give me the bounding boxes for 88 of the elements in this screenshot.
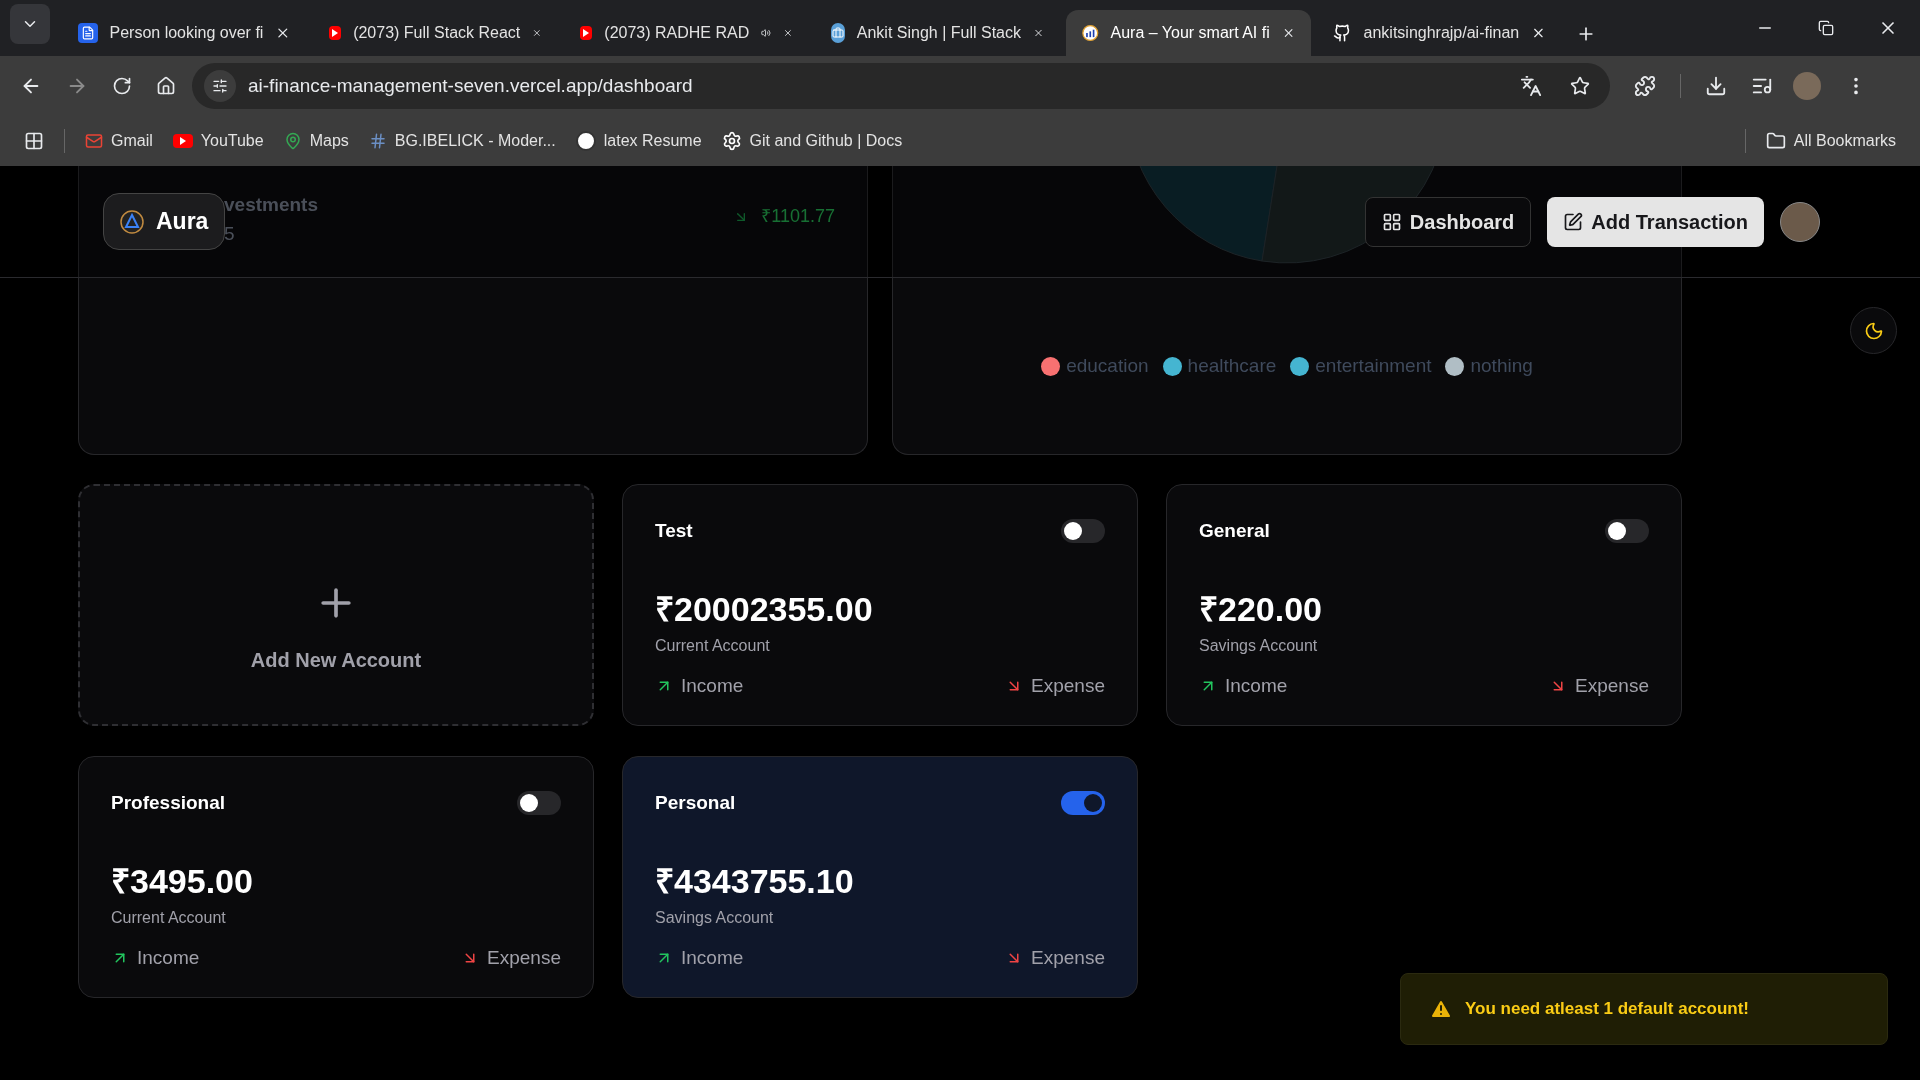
- account-type: Current Account: [111, 907, 227, 928]
- account-name: General: [1199, 519, 1270, 543]
- browser-tab[interactable]: (2073) RADHE RAD: [564, 10, 809, 56]
- theme-toggle-button[interactable]: [1850, 307, 1897, 354]
- legend-label: healthcare: [1187, 354, 1277, 378]
- income-label: Income: [1225, 673, 1288, 698]
- account-name: Professional: [111, 791, 226, 815]
- tab-title: (2073) RADHE RAD: [604, 23, 750, 43]
- bookmark-link[interactable]: latex Resume: [603, 129, 702, 153]
- site-settings-icon[interactable]: [212, 78, 228, 94]
- translate-icon[interactable]: [1520, 75, 1542, 97]
- transaction-date: 5: [224, 221, 236, 246]
- bookmark-link[interactable]: Maps: [309, 129, 349, 153]
- triangle-logo-icon: [120, 209, 144, 234]
- account-type: Savings Account: [655, 907, 775, 928]
- browser-tab[interactable]: Aura – Your smart AI fi: [1066, 10, 1311, 56]
- user-avatar[interactable]: [1780, 201, 1820, 242]
- toggle-switch[interactable]: [1061, 519, 1105, 544]
- play-icon: [172, 134, 193, 148]
- extensions-icon[interactable]: [1634, 75, 1656, 97]
- toggle-switch[interactable]: [1605, 519, 1649, 544]
- briefcase-icon: [831, 23, 845, 43]
- account-balance: ₹4343755.10: [655, 863, 855, 898]
- transaction-amount: ₹1101.77: [761, 205, 835, 228]
- cat-icon: [1333, 23, 1352, 43]
- grid-icon: [1381, 211, 1402, 232]
- bookmark-link[interactable]: Gmail: [111, 129, 153, 153]
- gear-icon: [721, 131, 742, 151]
- transaction-title: vestments: [224, 193, 318, 217]
- account-balance: ₹220.00: [1199, 591, 1323, 626]
- logo-text: Aura: [156, 207, 209, 237]
- legend-label: nothing: [1470, 354, 1533, 378]
- url-text: ai-finance-management-seven.vercel.app/dashboard: [248, 73, 694, 98]
- toggle-switch[interactable]: [517, 791, 561, 816]
- tab-title: Person looking over fi: [109, 23, 264, 43]
- toggle-switch[interactable]: [1061, 791, 1105, 816]
- folder-icon[interactable]: [1765, 131, 1786, 151]
- tab-title: ankitsinghrajp/ai-finan: [1363, 23, 1520, 43]
- legend-label: education: [1066, 354, 1149, 378]
- account-balance: ₹3495.00: [111, 863, 254, 898]
- expense-label: Expense: [487, 945, 561, 970]
- browser-tab[interactable]: Ankit Singh | Full Stack: [815, 10, 1060, 56]
- edit-icon: [1563, 211, 1584, 232]
- address-field[interactable]: ai-finance-management-seven.vercel.app/dashboard: [192, 63, 1610, 109]
- document-icon: [78, 23, 98, 43]
- star-icon[interactable]: [1570, 76, 1590, 96]
- chart-icon: [1082, 23, 1099, 43]
- reload-icon[interactable]: [112, 76, 132, 96]
- browser-tab[interactable]: ankitsinghrajp/ai-finan: [1317, 10, 1562, 56]
- expense-label: Expense: [1575, 673, 1649, 698]
- expense-label: Expense: [1031, 673, 1105, 698]
- account-name: Test: [655, 519, 693, 543]
- account-type: Savings Account: [1199, 635, 1319, 656]
- toast-message: You need atleast 1 default account!: [1465, 998, 1750, 1021]
- bookmark-link[interactable]: YouTube: [200, 129, 264, 153]
- apps-icon[interactable]: [24, 131, 44, 151]
- mail-icon: [85, 132, 103, 150]
- income-label: Income: [681, 673, 744, 698]
- tab-title: Ankit Singh | Full Stack: [856, 23, 1021, 43]
- dashboard-button[interactable]: Dashboard: [1364, 196, 1532, 247]
- bookmark-link[interactable]: BG.IBELICK - Moder...: [394, 129, 556, 153]
- tab-title: (2073) Full Stack React: [353, 23, 521, 43]
- play-icon: [329, 26, 342, 40]
- moon-icon: [1863, 320, 1884, 341]
- account-card[interactable]: General ₹220.00 Savings Account Income Expense: [1166, 484, 1682, 726]
- tab-title: Aura – Your smart AI fi: [1110, 23, 1270, 43]
- account-balance: ₹20002355.00: [655, 591, 874, 626]
- account-card[interactable]: Professional ₹3495.00 Current Account Income Expense: [78, 756, 594, 998]
- account-card[interactable]: Personal ₹4343755.10 Savings Account Income Expense: [622, 756, 1138, 998]
- account-type: Current Account: [655, 635, 771, 656]
- hash-icon: [368, 132, 387, 150]
- expense-label: Expense: [1031, 945, 1105, 970]
- download-icon[interactable]: [1705, 75, 1727, 97]
- browser-tab[interactable]: Person looking over fi: [62, 10, 307, 56]
- browser-tab[interactable]: (2073) Full Stack React: [313, 10, 558, 56]
- play-icon: [580, 26, 593, 40]
- add-account-button[interactable]: Add New Account: [78, 484, 594, 726]
- legend-label: entertainment: [1315, 354, 1432, 378]
- pin-icon: [283, 132, 302, 150]
- add-transaction-button[interactable]: Add Transaction: [1547, 196, 1764, 247]
- home-icon[interactable]: [156, 76, 176, 96]
- income-label: Income: [137, 945, 200, 970]
- bookmark-link[interactable]: Git and Github | Docs: [749, 129, 903, 153]
- income-label: Income: [681, 945, 744, 970]
- all-bookmarks-link[interactable]: All Bookmarks: [1793, 129, 1896, 153]
- account-name: Personal: [655, 791, 736, 815]
- restore-icon[interactable]: [1818, 20, 1834, 36]
- account-card[interactable]: Test ₹20002355.00 Current Account Income Expense: [622, 484, 1138, 726]
